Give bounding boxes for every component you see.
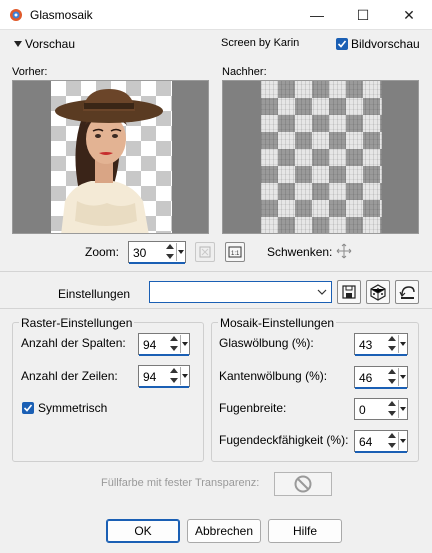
grout-width-label: Fugenbreite: [219, 401, 287, 415]
symmetric-checkbox[interactable] [22, 402, 34, 414]
glass-curvature-dropdown-arrow[interactable] [398, 335, 406, 353]
zoom-input[interactable]: 30 [128, 241, 186, 264]
columns-value: 94 [143, 338, 157, 352]
randomize-button[interactable] [366, 280, 390, 304]
help-button[interactable]: Hilfe [268, 519, 342, 543]
grout-opacity-label: Fugendeckfähigkeit (%): [219, 433, 349, 447]
title-bar: Glasmosaik — ☐ ✕ [0, 0, 432, 30]
grout-opacity-spin-arrows[interactable] [387, 432, 397, 450]
close-button[interactable]: ✕ [386, 0, 432, 30]
live-preview-label: Bildvorschau [351, 37, 420, 51]
grout-opacity-input[interactable]: 64 [354, 430, 408, 453]
grout-opacity-dropdown-arrow[interactable] [398, 432, 406, 450]
rows-value: 94 [143, 370, 157, 384]
fill-color-label: Füllfarbe mit fester Transparenz: [101, 477, 260, 489]
mosaic-group-title: Mosaik-Einstellungen [218, 316, 337, 330]
preview-section-label[interactable]: Vorschau [25, 37, 75, 51]
zoom-label: Zoom: [85, 245, 120, 259]
reset-defaults-button[interactable] [395, 280, 419, 304]
no-color-icon [294, 475, 312, 493]
svg-text:1:1: 1:1 [231, 251, 240, 257]
columns-input[interactable]: 94 [138, 333, 190, 356]
pan-label: Schwenken: [267, 245, 333, 259]
before-label: Vorher: [12, 66, 48, 78]
pan-move-icon[interactable] [334, 241, 354, 261]
grout-width-spin-arrows[interactable] [387, 400, 397, 418]
fit-zoom-button[interactable] [195, 242, 215, 262]
actual-size-icon: 1:1 [228, 246, 242, 258]
chevron-down-icon [317, 289, 327, 295]
mosaic-result-image [261, 81, 382, 233]
minimize-button[interactable]: — [294, 0, 340, 30]
before-preview[interactable] [12, 80, 209, 234]
woman-portrait-image [55, 89, 163, 233]
edge-curvature-spin-arrows[interactable] [387, 368, 397, 386]
presets-combobox[interactable] [149, 281, 332, 303]
collapse-triangle-icon[interactable] [14, 41, 22, 47]
columns-label: Anzahl der Spalten: [21, 336, 126, 350]
grout-opacity-value: 64 [359, 435, 373, 449]
zoom-fit-icon [199, 246, 211, 258]
columns-spin-arrows[interactable] [169, 335, 179, 353]
after-preview[interactable] [222, 80, 419, 234]
edge-curvature-value: 46 [359, 371, 373, 385]
divider [0, 308, 432, 309]
app-logo-icon [10, 9, 22, 21]
symmetric-label: Symmetrisch [38, 401, 108, 415]
grout-width-value: 0 [359, 403, 366, 417]
checkmark-icon [23, 404, 33, 412]
checkmark-icon [337, 40, 347, 48]
actual-size-button[interactable]: 1:1 [225, 242, 245, 262]
save-preset-button[interactable] [337, 280, 361, 304]
columns-dropdown-arrow[interactable] [180, 335, 188, 353]
divider [0, 271, 432, 272]
rows-input[interactable]: 94 [138, 365, 190, 388]
glass-curvature-label: Glaswölbung (%): [219, 336, 314, 350]
grout-width-input[interactable]: 0 [354, 398, 408, 420]
edge-curvature-dropdown-arrow[interactable] [398, 368, 406, 386]
window-title: Glasmosaik [30, 8, 93, 22]
live-preview-checkbox[interactable] [336, 38, 348, 50]
reset-icon [399, 286, 415, 299]
edge-curvature-input[interactable]: 46 [354, 366, 408, 389]
glass-curvature-value: 43 [359, 338, 373, 352]
raster-group-title: Raster-Einstellungen [19, 316, 135, 330]
rows-dropdown-arrow[interactable] [180, 367, 188, 385]
save-disk-icon [342, 285, 356, 299]
presets-label: Einstellungen [58, 287, 131, 301]
maximize-button[interactable]: ☐ [340, 0, 386, 30]
fill-color-swatch[interactable] [274, 472, 332, 496]
ok-button[interactable]: OK [106, 519, 180, 543]
dice-icon [370, 284, 386, 301]
grout-width-dropdown-arrow[interactable] [398, 400, 406, 418]
credit-text: Screen by Karin [221, 37, 300, 49]
edge-curvature-label: Kantenwölbung (%): [219, 369, 328, 383]
zoom-dropdown-arrow[interactable] [176, 243, 184, 261]
glass-curvature-input[interactable]: 43 [354, 333, 408, 356]
rows-spin-arrows[interactable] [169, 367, 179, 385]
zoom-spin-arrows[interactable] [165, 243, 175, 261]
glass-curvature-spin-arrows[interactable] [387, 335, 397, 353]
zoom-value: 30 [133, 246, 147, 260]
after-label: Nachher: [222, 66, 267, 78]
cancel-button[interactable]: Abbrechen [187, 519, 261, 543]
rows-label: Anzahl der Zeilen: [21, 369, 118, 383]
